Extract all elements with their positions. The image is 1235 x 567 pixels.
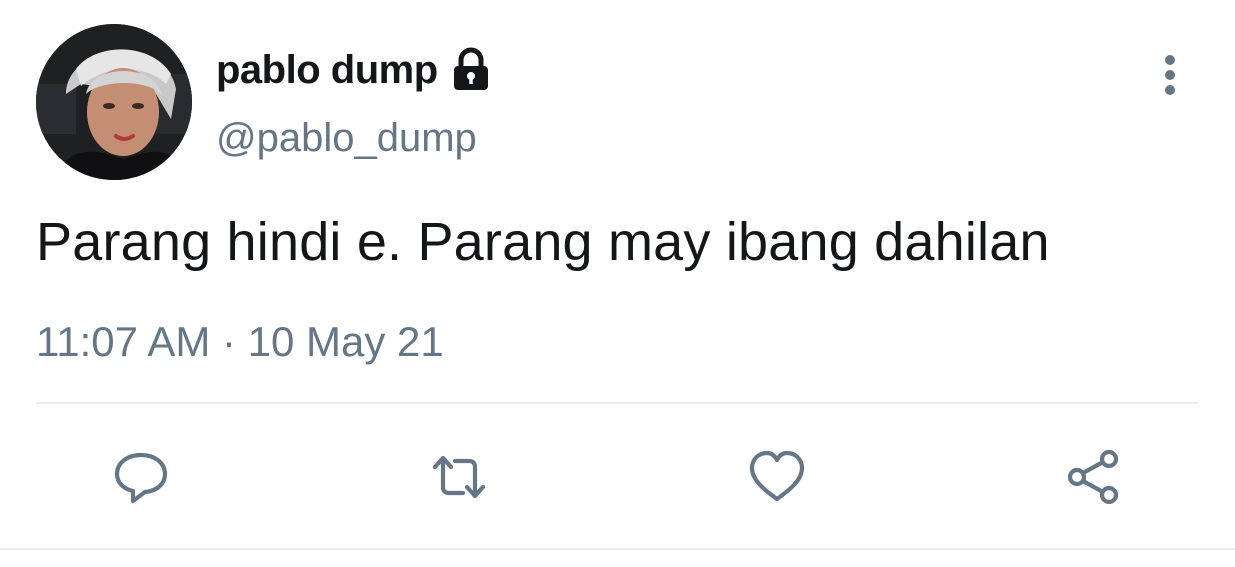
author-name-row: pablo dump (216, 42, 494, 98)
display-name[interactable]: pablo dump (216, 48, 438, 93)
retweet-icon (432, 455, 486, 499)
divider (36, 402, 1198, 404)
heart-icon (749, 450, 805, 502)
author-handle[interactable]: @pablo_dump (216, 116, 477, 161)
reply-button[interactable] (106, 442, 176, 512)
tweet-timestamp[interactable]: 11:07 AM · 10 May 21 (36, 318, 444, 366)
lock-icon (448, 47, 494, 93)
vertical-dots-icon[interactable] (1152, 50, 1188, 100)
share-button[interactable] (1058, 442, 1128, 512)
tweet-text: Parang hindi e. Parang may ibang dahilan (36, 212, 1050, 272)
share-icon (1067, 449, 1119, 505)
bottom-divider (0, 548, 1235, 550)
speech-bubble-icon (114, 452, 168, 504)
tweet-card: pablo dump @pablo_dump Parang hindi e. P… (0, 0, 1235, 567)
avatar[interactable] (36, 24, 192, 180)
retweet-button[interactable] (424, 442, 494, 512)
like-button[interactable] (742, 442, 812, 512)
